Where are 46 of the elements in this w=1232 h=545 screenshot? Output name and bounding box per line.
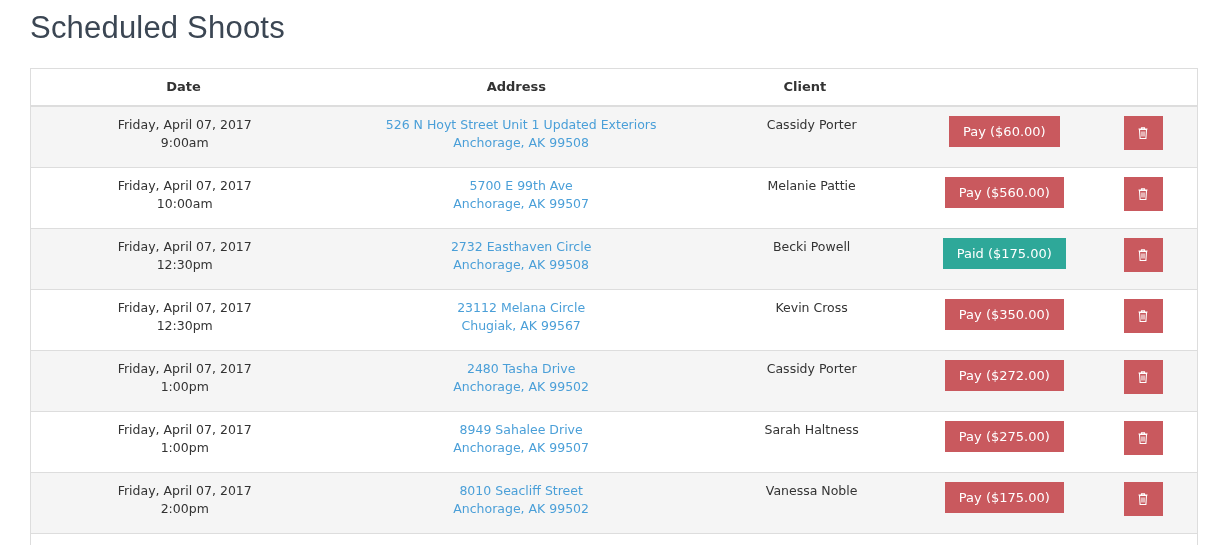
trash-icon [1138, 188, 1149, 200]
delete-button[interactable] [1123, 482, 1163, 516]
pay-button[interactable]: Pay ($60.00) [948, 116, 1060, 147]
trash-icon [1138, 127, 1149, 139]
date-cell-text: Friday, April 07, 2017 12:30pm [116, 299, 253, 335]
address-link[interactable]: 5700 E 99th Ave Anchorage, AK 99507 [453, 177, 590, 213]
pay-button[interactable]: Pay ($350.00) [944, 299, 1064, 330]
pay-button[interactable]: Pay ($275.00) [944, 421, 1064, 452]
delete-button[interactable] [1123, 116, 1163, 150]
trash-icon [1138, 371, 1149, 383]
trash-icon [1138, 432, 1149, 444]
pay-button[interactable]: Pay ($175.00) [944, 482, 1064, 513]
date-cell-text: Friday, April 07, 2017 1:00pm [116, 360, 253, 396]
trash-icon [1138, 310, 1149, 322]
client-cell-text: Cassidy Porter [765, 360, 858, 378]
client-cell-text: Sarah Haltness [763, 421, 860, 439]
delete-button[interactable] [1123, 238, 1163, 272]
client-cell-text: Cassidy Porter [765, 116, 858, 134]
delete-button[interactable] [1123, 421, 1163, 455]
trash-icon [1138, 493, 1149, 505]
column-header: Address [485, 78, 548, 96]
address-link[interactable]: 526 N Hoyt Street Unit 1 Updated Exteriors Anchorage, AK 99508 [385, 116, 657, 152]
column-header: Date [165, 78, 202, 96]
pay-button[interactable]: Pay ($560.00) [944, 177, 1064, 208]
address-link[interactable]: 2480 Tasha Drive Anchorage, AK 99502 [453, 360, 590, 396]
client-cell-text: Vanessa Noble [764, 482, 859, 500]
date-cell-text: Friday, April 07, 2017 2:00pm [116, 482, 253, 518]
date-cell-text: Friday, April 07, 2017 10:00am [116, 177, 253, 213]
delete-button[interactable] [1123, 177, 1163, 211]
client-cell-text: Kevin Cross [774, 299, 849, 317]
delete-button[interactable] [1123, 360, 1163, 394]
column-header: Client [782, 78, 828, 96]
address-link[interactable]: 8949 Sahalee Drive Anchorage, AK 99507 [453, 421, 590, 457]
trash-icon [1138, 249, 1149, 261]
paid-button[interactable]: Paid ($175.00) [942, 238, 1066, 269]
page-title: Scheduled Shoots [30, 10, 286, 46]
date-cell-text: Friday, April 07, 2017 9:00am [116, 116, 253, 152]
date-cell-text: Friday, April 07, 2017 12:30pm [116, 238, 253, 274]
client-cell-text: Becki Powell [771, 238, 852, 256]
date-cell-text: Friday, April 07, 2017 1:00pm [116, 421, 253, 457]
client-cell-text: Melanie Pattie [766, 177, 857, 195]
address-link[interactable]: 2732 Easthaven Circle Anchorage, AK 99508 [450, 238, 592, 274]
address-link[interactable]: 8010 Seacliff Street Anchorage, AK 99502 [453, 482, 590, 518]
delete-button[interactable] [1123, 299, 1163, 333]
pay-button[interactable]: Pay ($272.00) [944, 360, 1064, 391]
address-link[interactable]: 23112 Melana Circle Chugiak, AK 99567 [457, 299, 586, 335]
